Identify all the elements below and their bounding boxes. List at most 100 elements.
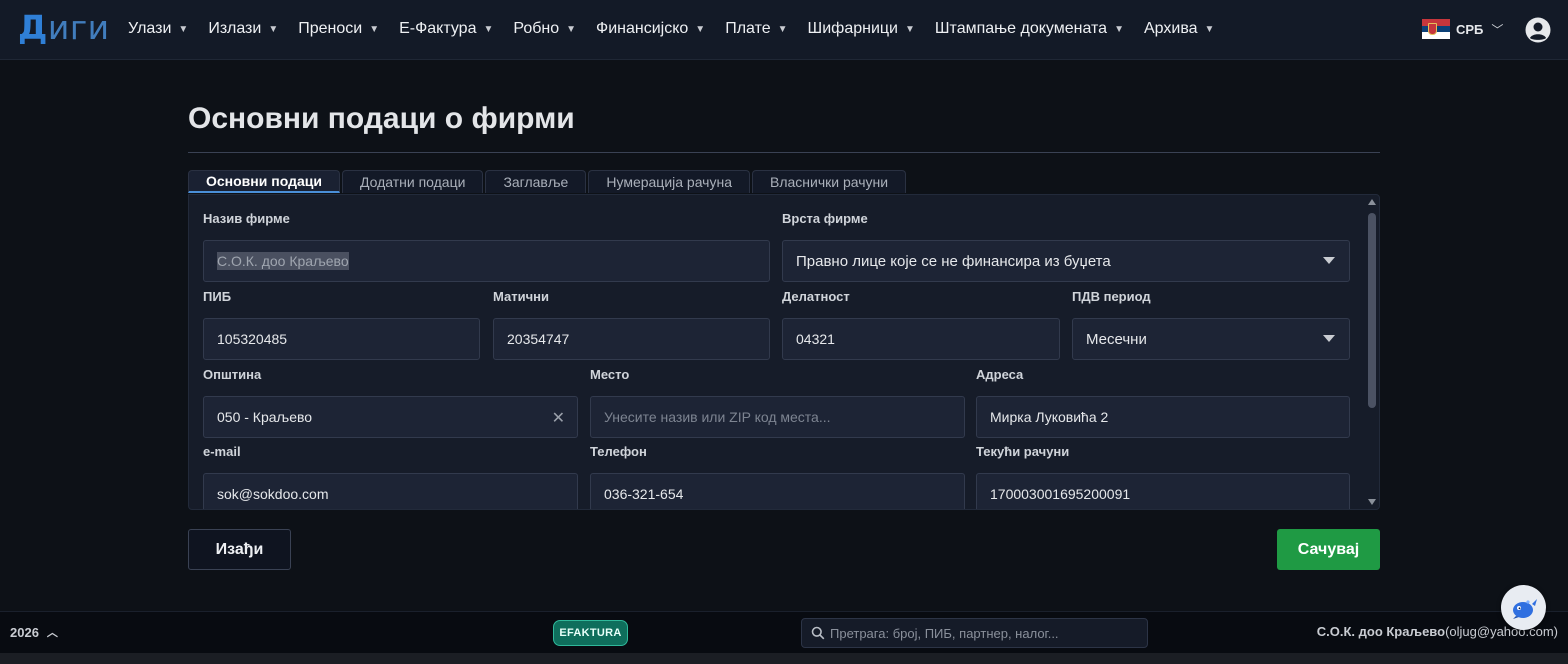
current-accounts-input[interactable]: 170003001695200091 (976, 473, 1350, 509)
menu-item-einvoice[interactable]: Е-Фактура ▼ (389, 20, 503, 38)
scroll-thumb[interactable] (1368, 213, 1376, 408)
menu-item-archive[interactable]: Архива ▼ (1134, 20, 1224, 38)
pib-input[interactable]: 105320485 (203, 318, 480, 360)
caret-down-icon: ▼ (1204, 23, 1215, 35)
year-selector[interactable]: 2026 ︿ (10, 624, 58, 640)
bottom-strip (0, 653, 1568, 664)
place-label: Место (590, 367, 630, 382)
tab-additional-data[interactable]: Додатни подаци (341, 170, 484, 193)
registry-number-input[interactable]: 20354747 (493, 318, 770, 360)
pib-label: ПИБ (203, 289, 232, 304)
caret-down-icon: ▼ (1114, 23, 1124, 35)
main-menu: Улази ▼ Излази ▼ Преноси ▼ Е-Фактура ▼ Робно… (118, 0, 1224, 58)
exit-button[interactable]: Изађи (188, 529, 291, 570)
menu-item-payroll[interactable]: Плате ▼ (715, 20, 797, 38)
company-name-input[interactable]: С.О.К. доо Краљево (203, 240, 770, 282)
vat-period-select[interactable]: Месечни (1072, 318, 1350, 360)
municipality-input[interactable]: 050 - Краљево ✕ (203, 396, 578, 438)
company-name-label: Назив фирме (203, 211, 290, 226)
company-type-label: Врста фирме (782, 211, 868, 226)
settings-tabs: Основни подаци Додатни подаци Заглавље Н… (188, 170, 908, 194)
place-placeholder: Унесите назив или ZIP код места... (604, 409, 831, 425)
registry-number-label: Матични (493, 289, 549, 304)
status-footer: 2026 ︿ EFAKTURA Претрага: број, ПИБ, парт… (0, 611, 1568, 653)
basic-data-form: Назив фирме С.О.К. доо Краљево Врста фир… (188, 194, 1380, 510)
menu-item-label: Штампање докумената (934, 20, 1108, 37)
place-input[interactable]: Унесите назив или ZIP код места... (590, 396, 965, 438)
language-label: СРБ (1456, 21, 1484, 37)
tab-header[interactable]: Заглавље (485, 170, 587, 193)
address-input[interactable]: Мирка Луковића 2 (976, 396, 1350, 438)
dropdown-arrow-icon (1323, 335, 1335, 342)
caret-down-icon: ▼ (904, 23, 915, 35)
logo-rest: иги (47, 8, 110, 47)
caret-down-icon: ▼ (178, 23, 189, 35)
company-name-text: С.О.К. доо Краљево (1316, 624, 1446, 639)
caret-down-icon: ▼ (566, 23, 577, 35)
menu-item-label: Улази (128, 20, 172, 37)
serbia-flag-icon (1422, 19, 1450, 40)
menu-item-finance[interactable]: Финансијско ▼ (586, 20, 715, 38)
vat-period-value: Месечни (1086, 330, 1147, 348)
search-icon (811, 626, 825, 640)
activity-label: Делатност (782, 289, 850, 304)
menu-item-codebooks[interactable]: Шифарници ▼ (798, 20, 925, 38)
menu-item-label: Робно (513, 20, 560, 37)
search-placeholder: Претрага: број, ПИБ, партнер, налог... (830, 625, 1059, 641)
email-value: sok@sokdoo.com (217, 486, 329, 502)
user-account-icon[interactable] (1525, 17, 1551, 43)
menu-item-label: Шифарници (807, 20, 898, 37)
registry-number-value: 20354747 (507, 331, 570, 347)
menu-item-outputs[interactable]: Излази ▼ (198, 20, 288, 38)
address-value: Мирка Луковића 2 (990, 409, 1109, 425)
menu-item-label: Архива (1143, 20, 1198, 37)
page-title: Основни подаци о фирми (188, 102, 575, 135)
menu-item-transfers[interactable]: Преноси ▼ (288, 20, 389, 38)
municipality-label: Општина (203, 367, 262, 382)
tab-owner-accounts[interactable]: Власнички рачуни (752, 170, 907, 193)
assistant-button[interactable] (1501, 585, 1546, 630)
phone-input[interactable]: 036-321-654 (590, 473, 965, 509)
form-scrollbar[interactable] (1366, 196, 1378, 508)
chevron-down-icon: ﹀ (1491, 22, 1504, 37)
menu-item-label: Финансијско (596, 20, 689, 37)
menu-item-label: Излази (208, 20, 262, 37)
pib-value: 105320485 (217, 331, 288, 347)
company-type-select[interactable]: Правно лице које се не финансира из буџе… (782, 240, 1350, 282)
activity-value: 04321 (796, 331, 835, 347)
chevron-up-icon: ︿ (46, 627, 58, 639)
scroll-down-arrow-icon[interactable] (1368, 499, 1376, 505)
caret-down-icon: ▼ (369, 23, 380, 35)
tab-invoice-numbering[interactable]: Нумерација рачуна (588, 170, 750, 193)
dropdown-arrow-icon (1323, 257, 1335, 264)
caret-down-icon: ▼ (695, 23, 706, 35)
activity-input[interactable]: 04321 (782, 318, 1060, 360)
caret-down-icon: ▼ (268, 23, 279, 35)
email-input[interactable]: sok@sokdoo.com (203, 473, 578, 509)
save-button[interactable]: Сачувај (1277, 529, 1380, 570)
global-search-input[interactable]: Претрага: број, ПИБ, партнер, налог... (801, 618, 1148, 648)
tab-basic-data[interactable]: Основни подаци (188, 170, 340, 193)
phone-value: 036-321-654 (604, 486, 684, 502)
menu-item-label: Преноси (298, 20, 363, 37)
top-navbar: Диги Улази ▼ Излази ▼ Преноси ▼ Е-Фактура ▼ … (0, 0, 1568, 60)
municipality-value: 050 - Краљево (217, 409, 313, 425)
current-accounts-value: 170003001695200091 (990, 486, 1131, 502)
language-selector[interactable]: СРБ ﹀ (1422, 19, 1504, 40)
vat-period-label: ПДВ период (1072, 289, 1151, 304)
title-divider (188, 152, 1380, 153)
app-logo[interactable]: Диги (18, 8, 110, 47)
email-label: e-mail (203, 444, 241, 459)
menu-item-goods[interactable]: Робно ▼ (503, 20, 586, 38)
menu-item-label: Е-Фактура (399, 20, 477, 37)
menu-item-inputs[interactable]: Улази ▼ (118, 20, 198, 38)
year-value: 2026 (10, 624, 39, 640)
clear-icon[interactable]: ✕ (552, 408, 565, 428)
menu-item-print-documents[interactable]: Штампање докумената ▼ (925, 20, 1134, 38)
company-email-text: (oljug@yahoo.com) (1445, 624, 1558, 639)
caret-down-icon: ▼ (777, 23, 788, 35)
efaktura-badge[interactable]: EFAKTURA (553, 620, 628, 646)
scroll-up-arrow-icon[interactable] (1368, 199, 1376, 205)
company-name-value: С.О.К. доо Краљево (217, 252, 349, 270)
mascot-icon (1512, 598, 1537, 619)
